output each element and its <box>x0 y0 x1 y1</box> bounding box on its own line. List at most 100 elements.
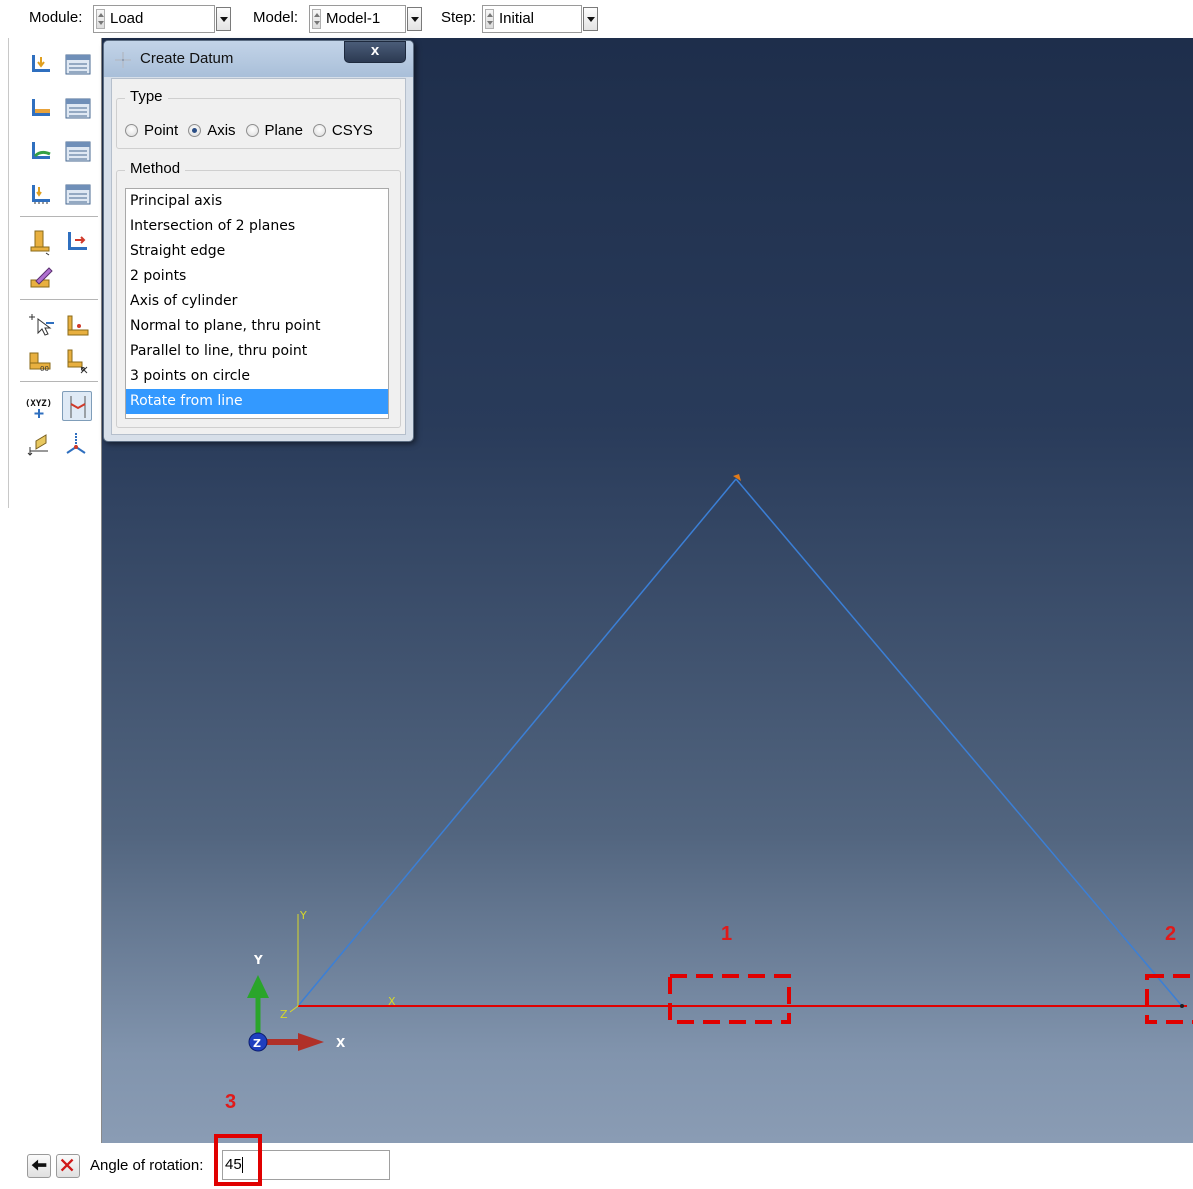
annotation-box-1 <box>668 974 791 1024</box>
module-combo[interactable]: Load <box>93 5 231 33</box>
annotation-number-1: 1 <box>721 923 733 945</box>
cancel-x-icon <box>60 1158 74 1172</box>
method-item[interactable]: Normal to plane, thru point <box>126 314 388 339</box>
spin-icon[interactable] <box>312 9 321 29</box>
predefined-field-icon[interactable] <box>26 136 56 166</box>
step-label: Step: <box>441 9 477 26</box>
module-label: Module: <box>29 9 83 26</box>
prompt-area: Angle of rotation: 45 <box>0 1134 1193 1189</box>
datum-plane-icon[interactable] <box>26 429 56 459</box>
triad-y-label: Y <box>253 953 263 967</box>
load-table-icon[interactable] <box>63 49 93 79</box>
datum-csys-icon[interactable] <box>61 429 91 459</box>
method-group: Method Principal axis Intersection of 2 … <box>116 160 401 428</box>
annotation-box-3 <box>214 1134 262 1186</box>
edit-field-icon[interactable] <box>26 264 56 294</box>
radio-icon[interactable] <box>245 124 259 137</box>
method-legend: Method <box>125 160 186 177</box>
bc-table-icon[interactable] <box>63 93 93 123</box>
type-group: Type Point Axis Plane CSYS <box>116 88 401 149</box>
type-option-csys[interactable]: CSYS <box>312 122 373 139</box>
datum-axis-icon[interactable] <box>62 391 92 421</box>
cancel-button[interactable] <box>56 1154 80 1178</box>
triad-x-arrow <box>298 1033 324 1051</box>
datum-plus-icon <box>115 52 131 68</box>
model-combo[interactable]: Model-1 <box>309 5 422 33</box>
truss-right-member[interactable] <box>735 478 1183 1007</box>
field-table-icon[interactable] <box>63 136 93 166</box>
close-button[interactable]: x <box>344 41 406 63</box>
toolbox-separator <box>20 381 98 382</box>
sketch-z-label: Z <box>280 1008 288 1021</box>
type-option-label: Point <box>144 122 179 139</box>
svg-text:00: 00 <box>40 365 49 373</box>
sketch-y-label: Y <box>299 909 307 922</box>
type-legend: Type <box>125 88 168 105</box>
type-option-label: Axis <box>207 122 236 139</box>
load-manager-icon[interactable] <box>26 49 56 79</box>
dialog-title: Create Datum <box>140 50 234 67</box>
module-value: Load <box>110 10 144 27</box>
close-icon: x <box>370 42 380 59</box>
radio-icon[interactable] <box>312 124 326 137</box>
load-case-table-icon[interactable] <box>63 179 93 209</box>
load-case-icon[interactable] <box>26 179 56 209</box>
dialog-body: Type Point Axis Plane CSYS Method Princi… <box>111 78 406 435</box>
svg-text:(XYZ): (XYZ) <box>25 399 52 409</box>
method-item-selected[interactable]: Rotate from line <box>126 389 388 414</box>
method-list[interactable]: Principal axis Intersection of 2 planes … <box>125 188 389 419</box>
type-option-plane[interactable]: Plane <box>245 122 303 139</box>
model-value: Model-1 <box>326 10 381 27</box>
back-button[interactable] <box>27 1154 51 1178</box>
sketch-x-label: X <box>388 995 396 1008</box>
method-item[interactable]: Intersection of 2 planes <box>126 214 388 239</box>
triad-x-label: X <box>336 1036 346 1050</box>
method-item[interactable]: Parallel to line, thru point <box>126 339 388 364</box>
chevron-down-icon[interactable] <box>216 7 231 31</box>
context-bar: Module: Load Model: Model-1 Step: Initia… <box>0 0 1193 38</box>
remove-icon[interactable] <box>63 345 93 375</box>
create-connector-icon[interactable] <box>63 311 93 341</box>
back-arrow-icon <box>31 1159 47 1171</box>
toolbox-separator <box>20 299 98 300</box>
type-option-label: CSYS <box>331 122 373 139</box>
annotation-number-3: 3 <box>225 1091 237 1113</box>
type-option-label: Plane <box>264 122 303 139</box>
method-item[interactable]: 2 points <box>126 264 388 289</box>
method-item[interactable]: Principal axis <box>126 189 388 214</box>
prompt-label: Angle of rotation: <box>90 1157 204 1174</box>
create-bc-icon[interactable] <box>63 227 93 257</box>
toolbox-edge <box>8 38 9 508</box>
chevron-down-icon[interactable] <box>583 7 598 31</box>
method-item[interactable]: Axis of cylinder <box>126 289 388 314</box>
type-options: Point Axis Plane CSYS <box>125 122 383 139</box>
amplitude-icon[interactable]: 00 <box>26 345 56 375</box>
method-item[interactable]: 3 points on circle <box>126 364 388 389</box>
spin-icon[interactable] <box>96 9 105 29</box>
truss-left-member[interactable] <box>297 478 737 1007</box>
model-label: Model: <box>253 9 299 26</box>
radio-selected-icon[interactable] <box>188 124 202 137</box>
step-value: Initial <box>499 10 535 27</box>
sketch-z-axis <box>289 1005 299 1013</box>
step-combo[interactable]: Initial <box>482 5 598 33</box>
triad-y-arrow <box>247 975 269 998</box>
select-icon[interactable] <box>26 311 56 341</box>
type-option-point[interactable]: Point <box>125 122 178 139</box>
dialog-titlebar[interactable]: Create Datum x <box>104 41 413 77</box>
triad-z-label: Z <box>253 1037 261 1050</box>
spin-icon[interactable] <box>485 9 494 29</box>
create-datum-dialog: Create Datum x Type Point Axis Plane CSY… <box>103 40 414 442</box>
type-option-axis[interactable]: Axis <box>188 122 236 139</box>
datum-point-icon[interactable]: (XYZ) <box>24 393 54 423</box>
annotation-number-2: 2 <box>1165 923 1177 945</box>
annotation-box-2 <box>1145 974 1193 1024</box>
method-item[interactable]: Straight edge <box>126 239 388 264</box>
toolbox: 00 (XYZ) <box>0 38 102 1143</box>
radio-icon[interactable] <box>125 124 138 137</box>
base-end-vertex <box>1180 1004 1184 1008</box>
toolbox-separator <box>20 216 98 217</box>
bc-icon[interactable] <box>26 93 56 123</box>
chevron-down-icon[interactable] <box>407 7 422 31</box>
create-load-icon[interactable] <box>26 227 56 257</box>
